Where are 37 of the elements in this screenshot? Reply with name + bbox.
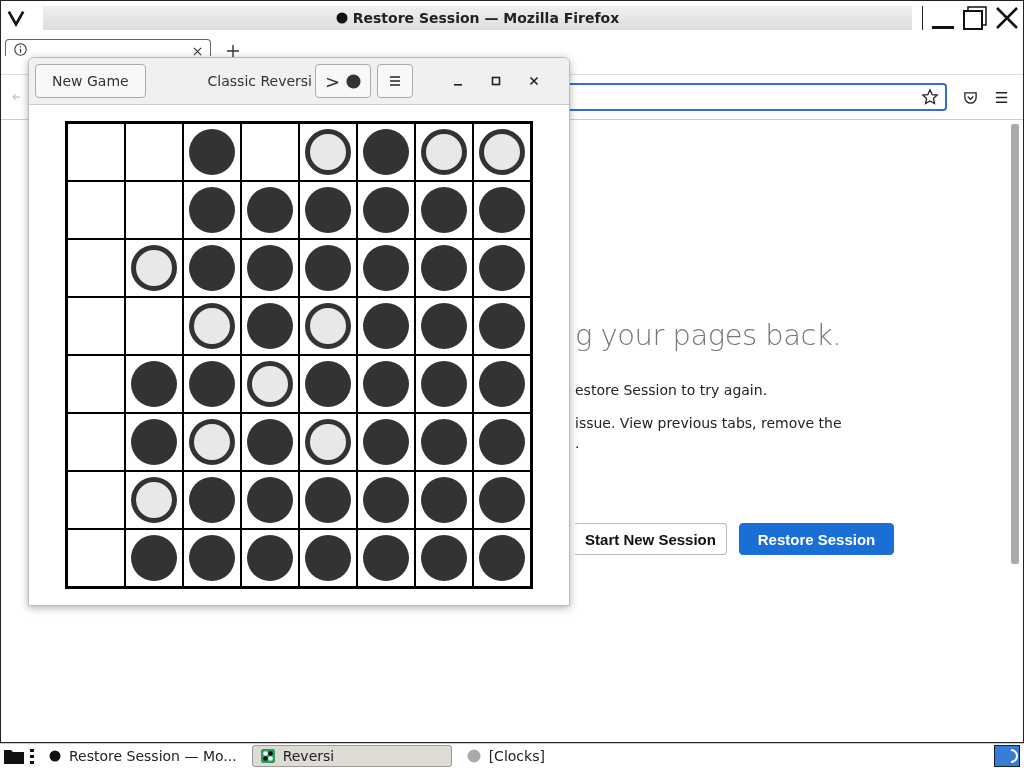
new-game-button[interactable]: New Game xyxy=(35,64,146,98)
menu-icon[interactable] xyxy=(994,89,1009,105)
turn-button[interactable]: > xyxy=(315,64,371,98)
taskbar-item[interactable]: [Clocks] xyxy=(457,745,554,767)
page-paragraph: . xyxy=(575,434,581,453)
restore-button[interactable]: Restore Session xyxy=(739,523,894,555)
window-title: Restore Session — Mozilla Firefox xyxy=(352,10,620,26)
folder-icon[interactable] xyxy=(4,748,24,764)
clock-icon xyxy=(466,749,481,763)
pocket-icon[interactable] xyxy=(963,89,978,105)
scrollbar[interactable] xyxy=(1011,124,1019,564)
page-heading: g your pages back. xyxy=(575,318,842,352)
star-icon[interactable] xyxy=(921,88,939,106)
task-label: [Clocks] xyxy=(488,748,545,764)
page-paragraph: issue. View previous tabs, remove the xyxy=(575,414,843,433)
maximize-icon[interactable] xyxy=(491,76,501,86)
maximize-icon[interactable] xyxy=(963,6,987,30)
app-logo-icon xyxy=(7,9,25,27)
task-label: Reversi xyxy=(282,748,335,764)
close-tab-icon[interactable] xyxy=(193,47,202,56)
browser-tab[interactable] xyxy=(5,39,211,56)
taskbar-item[interactable]: Restore Session — Mo... xyxy=(40,745,246,767)
task-label: Restore Session — Mo... xyxy=(69,748,237,764)
handle-icon xyxy=(30,748,34,764)
menu-button[interactable] xyxy=(377,64,413,98)
game-title: Classic Reversi xyxy=(207,73,312,89)
new-session-button[interactable]: Start New Session xyxy=(575,523,727,555)
close-icon[interactable] xyxy=(529,76,539,86)
info-icon xyxy=(14,43,27,56)
piece-icon xyxy=(346,73,362,89)
reversi-icon xyxy=(260,749,275,763)
close-icon[interactable] xyxy=(995,6,1019,30)
taskbar-item[interactable]: Reversi xyxy=(251,745,452,767)
new-tab-icon[interactable] xyxy=(227,45,239,57)
page-paragraph: estore Session to try again. xyxy=(575,381,769,400)
tray-icon[interactable] xyxy=(994,745,1020,767)
menu-icon xyxy=(389,75,401,87)
